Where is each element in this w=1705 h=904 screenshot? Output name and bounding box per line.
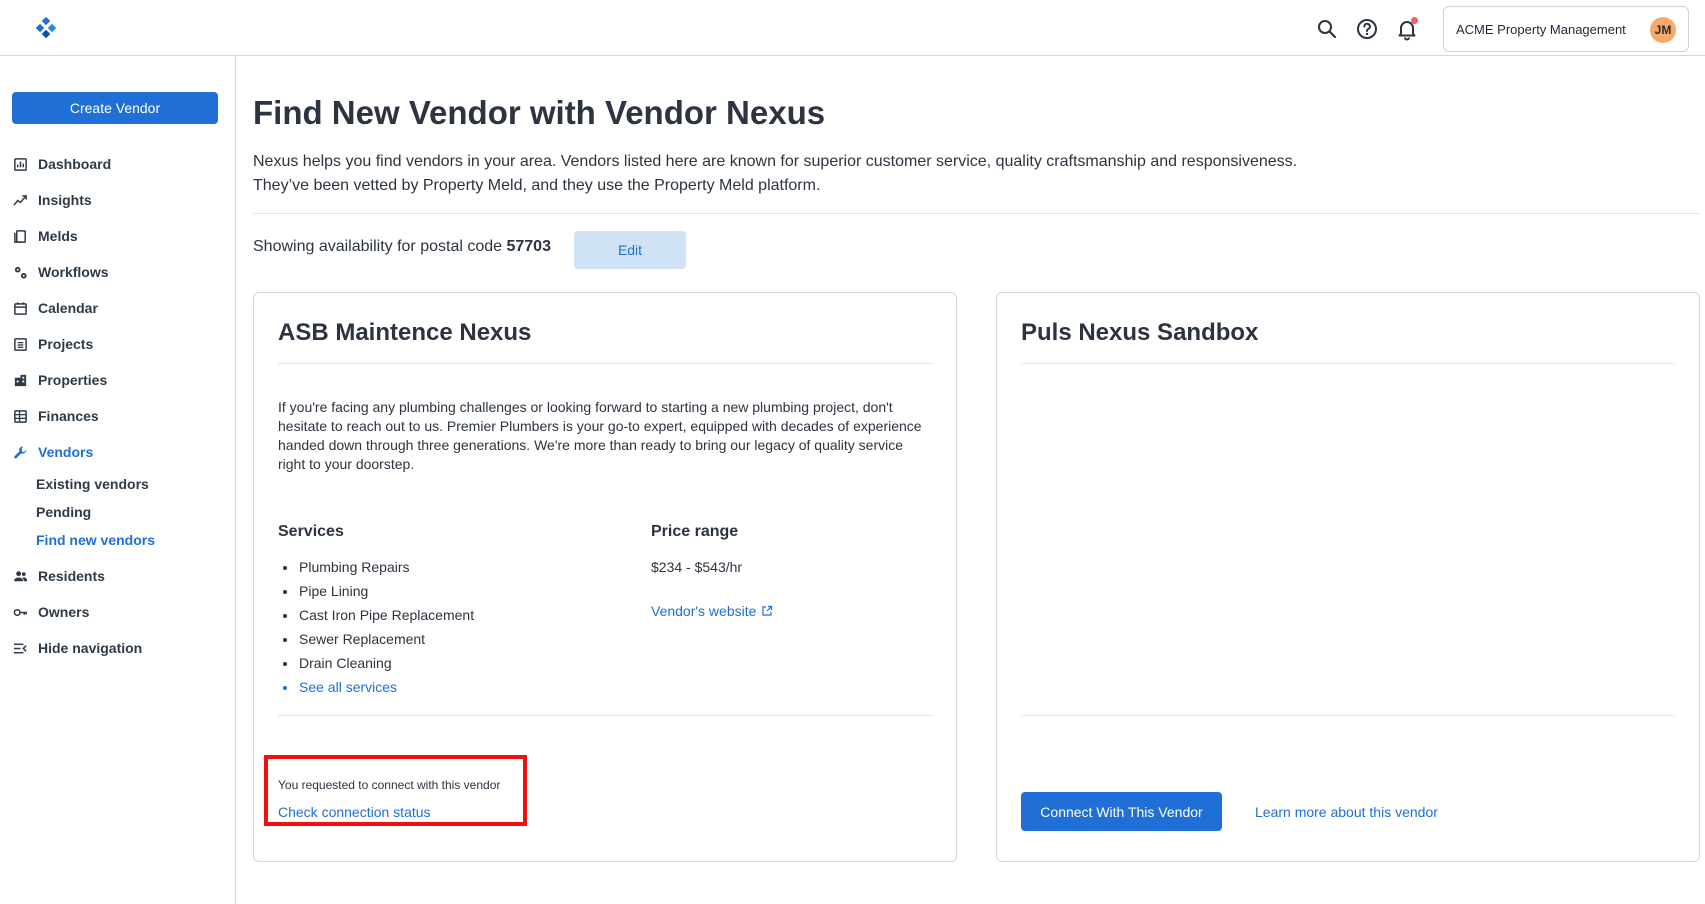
- properties-icon: [12, 372, 28, 388]
- card-divider: [278, 363, 932, 364]
- edit-postal-button[interactable]: Edit: [574, 231, 686, 269]
- learn-more-link[interactable]: Learn more about this vendor: [1255, 804, 1438, 820]
- sidebar-item-workflows[interactable]: Workflows: [12, 254, 232, 290]
- sidebar-item-label: Properties: [38, 372, 108, 388]
- sidebar-item-label: Residents: [38, 568, 105, 584]
- account-name: ACME Property Management: [1456, 21, 1626, 37]
- create-vendor-button[interactable]: Create Vendor: [12, 92, 218, 124]
- key-icon: [12, 604, 28, 620]
- residents-icon: [12, 568, 28, 584]
- insights-icon: [12, 192, 28, 208]
- sidebar-item-hide-navigation[interactable]: Hide navigation: [12, 630, 232, 666]
- vendor-website-label: Vendor's website: [651, 603, 757, 619]
- sidebar-item-label: Melds: [38, 228, 78, 244]
- list-item: Drain Cleaning: [298, 651, 474, 675]
- connection-request-text: You requested to connect with this vendo…: [278, 778, 501, 792]
- notification-dot: [1411, 17, 1418, 24]
- intro-text: Nexus helps you find vendors in your are…: [253, 150, 1653, 198]
- vendor-card: Puls Nexus Sandbox Connect With This Ven…: [996, 292, 1700, 862]
- sidebar: Create Vendor Dashboard Insights Melds W…: [0, 56, 236, 904]
- workflows-icon: [12, 264, 28, 280]
- see-all-services-link[interactable]: See all services: [298, 675, 474, 699]
- sidebar-item-label: Owners: [38, 604, 90, 620]
- list-item: Sewer Replacement: [298, 627, 474, 651]
- sidebar-item-finances[interactable]: Finances: [12, 398, 232, 434]
- sidebar-subitem-pending[interactable]: Pending: [12, 498, 232, 526]
- sidebar-item-residents[interactable]: Residents: [12, 558, 232, 594]
- sidebar-item-owners[interactable]: Owners: [12, 594, 232, 630]
- list-item: Cast Iron Pipe Replacement: [298, 603, 474, 627]
- sidebar-item-projects[interactable]: Projects: [12, 326, 232, 362]
- sidebar-item-label: Projects: [38, 336, 94, 352]
- sidebar-item-label: Calendar: [38, 300, 98, 316]
- external-link-icon: [762, 605, 773, 616]
- sidebar-item-label: Finances: [38, 408, 99, 424]
- price-range-value: $234 - $543/hr: [651, 559, 743, 575]
- wrench-icon: [12, 444, 28, 460]
- sidebar-item-label: Workflows: [38, 264, 109, 280]
- top-bar: ACME Property Management JM: [0, 0, 1705, 56]
- services-list: Plumbing Repairs Pipe Lining Cast Iron P…: [298, 555, 474, 699]
- vendor-website-link[interactable]: Vendor's website: [651, 603, 773, 619]
- sidebar-item-dashboard[interactable]: Dashboard: [12, 146, 232, 182]
- account-switcher[interactable]: ACME Property Management JM: [1443, 6, 1689, 52]
- vendor-description: If you're facing any plumbing challenges…: [278, 399, 922, 472]
- sidebar-nav: Dashboard Insights Melds Workflows Calen…: [12, 146, 232, 666]
- intro-line-1: Nexus helps you find vendors in your are…: [253, 153, 1298, 170]
- vendor-name: Puls Nexus Sandbox: [1021, 319, 1259, 346]
- dashboard-icon: [12, 156, 28, 172]
- sidebar-item-vendors[interactable]: Vendors: [12, 434, 232, 470]
- sidebar-item-calendar[interactable]: Calendar: [12, 290, 232, 326]
- sidebar-subitem-existing-vendors[interactable]: Existing vendors: [12, 470, 232, 498]
- list-item: Plumbing Repairs: [298, 555, 474, 579]
- sidebar-item-properties[interactable]: Properties: [12, 362, 232, 398]
- card-divider: [1021, 715, 1675, 716]
- price-range-heading: Price range: [651, 523, 739, 540]
- finances-icon: [12, 408, 28, 424]
- card-divider: [278, 715, 932, 716]
- check-connection-status-link[interactable]: Check connection status: [278, 804, 431, 820]
- vendors-submenu: Existing vendors Pending Find new vendor…: [12, 470, 232, 554]
- search-icon[interactable]: [1315, 17, 1339, 41]
- avatar[interactable]: JM: [1650, 17, 1676, 43]
- intro-line-2: They’ve been vetted by Property Meld, an…: [253, 177, 821, 194]
- divider: [253, 213, 1700, 214]
- sidebar-item-melds[interactable]: Melds: [12, 218, 232, 254]
- sidebar-subitem-find-new-vendors[interactable]: Find new vendors: [12, 526, 232, 554]
- sidebar-item-insights[interactable]: Insights: [12, 182, 232, 218]
- page-title: Find New Vendor with Vendor Nexus: [253, 94, 826, 131]
- postal-code-text: Showing availability for postal code 577…: [253, 238, 551, 256]
- vendor-name: ASB Maintence Nexus: [278, 319, 532, 346]
- sidebar-item-label: Insights: [38, 192, 92, 208]
- property-meld-logo-icon[interactable]: [35, 16, 58, 39]
- melds-icon: [12, 228, 28, 244]
- connect-with-vendor-button[interactable]: Connect With This Vendor: [1021, 792, 1222, 831]
- help-icon[interactable]: [1355, 17, 1379, 41]
- hide-nav-icon: [12, 640, 28, 656]
- postal-prefix: Showing availability for postal code: [253, 238, 507, 255]
- calendar-icon: [12, 300, 28, 316]
- postal-code: 57703: [506, 238, 551, 255]
- projects-icon: [12, 336, 28, 352]
- sidebar-item-label: Vendors: [38, 444, 94, 460]
- card-divider: [1021, 363, 1675, 364]
- vendor-card: ASB Maintence Nexus If you're facing any…: [253, 292, 957, 862]
- sidebar-item-label: Dashboard: [38, 156, 112, 172]
- list-item: Pipe Lining: [298, 579, 474, 603]
- sidebar-item-label: Hide navigation: [38, 640, 143, 656]
- bell-icon[interactable]: [1395, 17, 1419, 41]
- services-heading: Services: [278, 523, 344, 540]
